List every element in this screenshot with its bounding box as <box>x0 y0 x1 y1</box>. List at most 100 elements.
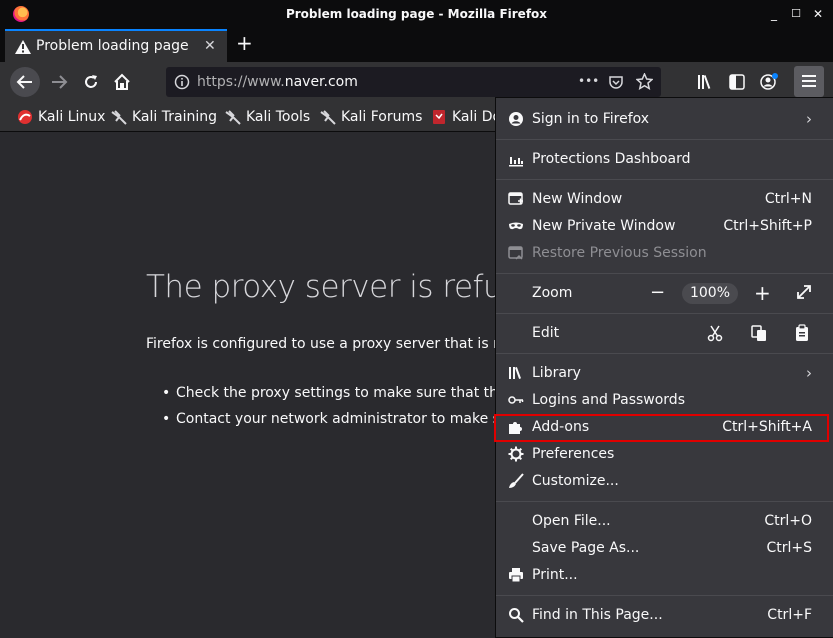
paintbrush-icon <box>508 473 524 489</box>
page-actions-button[interactable]: ••• <box>578 74 599 88</box>
kali-dragon-icon <box>225 110 241 125</box>
error-title: The proxy server is refusin <box>146 269 546 305</box>
menu-item-save-page[interactable]: Save Page As... Ctrl+S <box>496 535 833 562</box>
menu-item-label: Open File... <box>532 513 611 529</box>
forward-button[interactable] <box>44 67 74 97</box>
url-text[interactable]: https://www.naver.com <box>197 74 358 90</box>
gear-icon <box>508 446 524 462</box>
hamburger-menu-icon <box>802 75 816 87</box>
menu-item-shortcut: Ctrl+O <box>764 513 812 529</box>
bookmark-kali-tools[interactable]: Kali Tools <box>225 108 310 126</box>
open-menu-button[interactable] <box>794 66 824 97</box>
bookmark-kali-training[interactable]: Kali Training <box>111 108 217 126</box>
menu-item-zoom: Zoom − 100% + <box>496 280 833 307</box>
bookmark-label: Kali Forums <box>341 109 423 125</box>
menu-item-shortcut: Ctrl+N <box>764 191 812 207</box>
url-prefix: https://www. <box>197 74 285 90</box>
tab-title: Problem loading page <box>36 38 189 54</box>
tab-bar: Problem loading page ✕ <box>0 28 833 62</box>
menu-item-print[interactable]: Print... <box>496 562 833 589</box>
zoom-reset-button[interactable]: 100% <box>682 283 738 304</box>
zoom-out-button[interactable]: − <box>650 282 665 303</box>
restore-session-icon <box>508 245 524 261</box>
url-host: naver.com <box>284 74 358 90</box>
menu-item-sign-in[interactable]: Sign in to Firefox › <box>496 106 833 133</box>
pocket-icon[interactable] <box>608 74 624 90</box>
search-icon <box>508 607 524 623</box>
kali-dragon-icon <box>111 110 127 125</box>
tab-close-icon[interactable]: ✕ <box>204 38 216 54</box>
menu-item-open-file[interactable]: Open File... Ctrl+O <box>496 508 833 535</box>
account-icon <box>508 111 524 127</box>
menu-item-new-window[interactable]: New Window Ctrl+N <box>496 186 833 213</box>
menu-item-logins[interactable]: Logins and Passwords <box>496 387 833 414</box>
menu-separator <box>496 313 833 314</box>
list-item: Contact your network administrator to ma… <box>162 411 528 437</box>
kali-dragon-icon <box>320 110 336 125</box>
bookmark-label: Kali Training <box>132 109 217 125</box>
close-window-button[interactable]: ✕ <box>810 6 826 22</box>
menu-item-label: Sign in to Firefox <box>532 111 650 127</box>
arrow-right-icon <box>52 75 68 89</box>
menu-item-label: Customize... <box>532 473 619 489</box>
kali-linux-icon <box>18 110 32 124</box>
menu-item-library[interactable]: Library › <box>496 360 833 387</box>
fullscreen-icon[interactable] <box>795 283 813 301</box>
list-item: Check the proxy settings to make sure th… <box>162 385 528 411</box>
menu-item-restore-session: Restore Previous Session <box>496 240 833 267</box>
tab-problem-loading[interactable]: Problem loading page ✕ <box>5 29 227 62</box>
menu-item-label: Logins and Passwords <box>532 392 685 408</box>
chevron-right-icon: › <box>806 364 812 382</box>
menu-separator <box>496 273 833 274</box>
chevron-right-icon: › <box>806 110 812 128</box>
menu-item-shortcut: Ctrl+Shift+P <box>723 218 812 234</box>
menu-item-find[interactable]: Find in This Page... Ctrl+F <box>496 602 833 629</box>
menu-item-label: Zoom <box>532 285 573 301</box>
cut-icon[interactable] <box>706 324 724 342</box>
bookmark-kali-forums[interactable]: Kali Forums <box>320 108 422 126</box>
window-title: Problem loading page - Mozilla Firefox <box>285 7 548 21</box>
url-bar[interactable]: https://www.naver.com ••• <box>166 67 661 97</box>
maximize-button[interactable]: ☐ <box>788 6 804 22</box>
menu-item-label: Restore Previous Session <box>532 245 707 261</box>
menu-separator <box>496 179 833 180</box>
zoom-in-button[interactable]: + <box>754 281 771 305</box>
home-button[interactable] <box>107 67 137 97</box>
kali-docs-icon <box>433 110 445 124</box>
menu-item-edit: Edit <box>496 320 833 347</box>
menu-item-label: Library <box>532 365 581 381</box>
reload-button[interactable] <box>76 67 106 97</box>
menu-separator <box>496 139 833 140</box>
menu-item-new-private-window[interactable]: New Private Window Ctrl+Shift+P <box>496 213 833 240</box>
error-suggestions: Check the proxy settings to make sure th… <box>162 385 528 437</box>
menu-item-protections[interactable]: Protections Dashboard <box>496 146 833 173</box>
copy-icon[interactable] <box>750 324 768 342</box>
bookmark-label: Kali Do <box>452 109 502 125</box>
menu-item-label: Edit <box>532 325 560 341</box>
menu-item-label: New Window <box>532 191 623 207</box>
menu-item-label: Preferences <box>532 446 615 462</box>
back-button[interactable] <box>10 67 40 97</box>
key-icon <box>508 392 524 408</box>
bookmark-kali-docs[interactable]: Kali Do <box>431 108 501 126</box>
library-icon[interactable] <box>696 73 714 91</box>
bookmark-kali-linux[interactable]: Kali Linux <box>17 108 105 126</box>
minimize-button[interactable]: _ <box>766 6 782 22</box>
sidebar-icon[interactable] <box>728 73 746 91</box>
printer-icon <box>508 567 524 583</box>
menu-item-label: Protections Dashboard <box>532 151 691 167</box>
bookmark-label: Kali Tools <box>246 109 311 125</box>
menu-separator <box>496 353 833 354</box>
title-bar: Problem loading page - Mozilla Firefox _… <box>0 0 833 28</box>
bookmark-label: Kali Linux <box>38 109 106 125</box>
menu-separator <box>496 501 833 502</box>
bookmark-star-icon[interactable] <box>636 73 653 90</box>
menu-item-preferences[interactable]: Preferences <box>496 441 833 468</box>
info-icon[interactable] <box>174 74 190 90</box>
paste-icon[interactable] <box>793 324 811 342</box>
library-icon <box>508 365 524 381</box>
menu-item-customize[interactable]: Customize... <box>496 468 833 495</box>
account-icon[interactable] <box>759 72 779 92</box>
new-tab-button[interactable]: + <box>236 33 253 53</box>
menu-item-label: Find in This Page... <box>532 607 663 623</box>
